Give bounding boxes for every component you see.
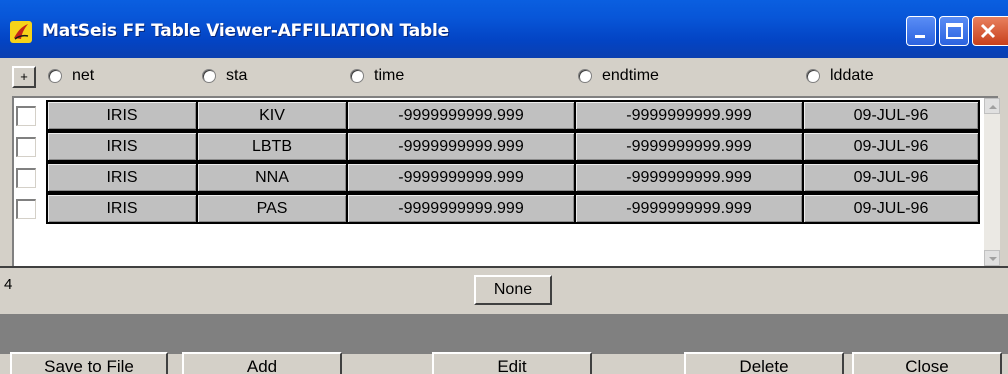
- minimize-button[interactable]: [906, 16, 936, 46]
- column-header-endtime[interactable]: endtime: [578, 62, 659, 90]
- column-header-time[interactable]: time: [350, 62, 404, 90]
- table-row: IRIS LBTB -9999999999.999 -9999999999.99…: [14, 131, 982, 162]
- divider: [0, 266, 1008, 268]
- row-count: 4: [4, 276, 13, 293]
- minimize-icon: [915, 35, 925, 38]
- cell-endtime[interactable]: -9999999999.999: [574, 162, 804, 193]
- table-viewer-window: MatSeis FF Table Viewer-AFFILIATION Tabl…: [0, 0, 1008, 374]
- cell-sta[interactable]: LBTB: [196, 131, 348, 162]
- cell-net[interactable]: IRIS: [46, 193, 198, 224]
- column-label-net: net: [72, 67, 95, 84]
- cell-endtime[interactable]: -9999999999.999: [574, 131, 804, 162]
- column-header-net[interactable]: net: [48, 62, 94, 90]
- cell-endtime[interactable]: -9999999999.999: [574, 193, 804, 224]
- delete-button[interactable]: Delete: [684, 352, 844, 374]
- cell-sta[interactable]: PAS: [196, 193, 348, 224]
- save-to-file-button[interactable]: Save to File: [10, 352, 168, 374]
- cell-sta[interactable]: NNA: [196, 162, 348, 193]
- vertical-scrollbar[interactable]: [984, 98, 1000, 266]
- java-app-icon: [10, 21, 32, 43]
- scroll-down-button[interactable]: [984, 250, 1000, 266]
- edit-button[interactable]: Edit: [432, 352, 592, 374]
- cell-time[interactable]: -9999999999.999: [346, 193, 576, 224]
- close-icon: [980, 23, 996, 39]
- cell-endtime[interactable]: -9999999999.999: [574, 100, 804, 131]
- radio-sta[interactable]: [202, 69, 216, 83]
- cell-net[interactable]: IRIS: [46, 162, 198, 193]
- close-window-button[interactable]: [972, 16, 1008, 46]
- column-header-lddate[interactable]: lddate: [806, 62, 874, 90]
- column-label-sta: sta: [226, 67, 248, 84]
- close-button[interactable]: Close: [852, 352, 1002, 374]
- column-header-sta[interactable]: sta: [202, 62, 247, 90]
- radio-time[interactable]: [350, 69, 364, 83]
- radio-endtime[interactable]: [578, 69, 592, 83]
- cell-lddate[interactable]: 09-JUL-96: [802, 100, 980, 131]
- select-none-button[interactable]: None: [474, 275, 552, 305]
- cell-lddate[interactable]: 09-JUL-96: [802, 193, 980, 224]
- cell-lddate[interactable]: 09-JUL-96: [802, 131, 980, 162]
- cell-time[interactable]: -9999999999.999: [346, 100, 576, 131]
- column-label-time: time: [374, 67, 405, 84]
- cell-net[interactable]: IRIS: [46, 131, 198, 162]
- cell-sta[interactable]: KIV: [196, 100, 348, 131]
- add-button[interactable]: Add: [182, 352, 342, 374]
- arrow-down-icon: [989, 257, 997, 261]
- cell-net[interactable]: IRIS: [46, 100, 198, 131]
- radio-net[interactable]: [48, 69, 62, 83]
- cell-time[interactable]: -9999999999.999: [346, 162, 576, 193]
- column-label-endtime: endtime: [602, 67, 659, 84]
- cell-time[interactable]: -9999999999.999: [346, 131, 576, 162]
- table-row: IRIS KIV -9999999999.999 -9999999999.999…: [14, 100, 982, 131]
- cell-lddate[interactable]: 09-JUL-96: [802, 162, 980, 193]
- maximize-icon: [946, 23, 963, 39]
- arrow-up-icon: [989, 105, 997, 109]
- row-select-checkbox[interactable]: [16, 168, 36, 188]
- column-header-row: + net sta time endtime lddate: [0, 58, 1008, 94]
- table-row: IRIS PAS -9999999999.999 -9999999999.999…: [14, 193, 982, 224]
- row-select-checkbox[interactable]: [16, 137, 36, 157]
- expand-button[interactable]: +: [12, 66, 36, 88]
- maximize-button[interactable]: [939, 16, 969, 46]
- button-band: [0, 314, 1008, 354]
- row-select-checkbox[interactable]: [16, 199, 36, 219]
- radio-lddate[interactable]: [806, 69, 820, 83]
- column-label-lddate: lddate: [830, 67, 874, 84]
- row-select-checkbox[interactable]: [16, 106, 36, 126]
- data-table: IRIS KIV -9999999999.999 -9999999999.999…: [12, 96, 1000, 266]
- title-bar[interactable]: MatSeis FF Table Viewer-AFFILIATION Tabl…: [0, 0, 1008, 58]
- scroll-up-button[interactable]: [984, 98, 1000, 114]
- window-title: MatSeis FF Table Viewer-AFFILIATION Tabl…: [42, 21, 449, 41]
- table-row: IRIS NNA -9999999999.999 -9999999999.999…: [14, 162, 982, 193]
